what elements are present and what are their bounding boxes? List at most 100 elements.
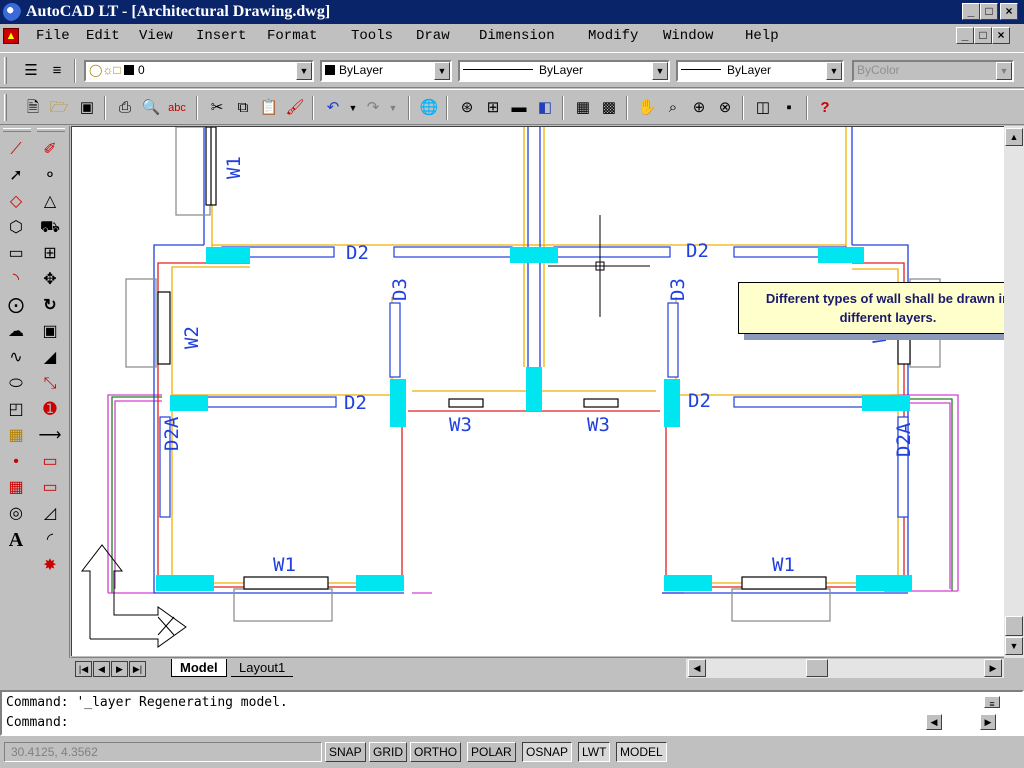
model-toggle[interactable]: MODEL — [616, 742, 667, 762]
prev-tab-icon[interactable]: ◀ — [93, 661, 110, 677]
scroll-thumb[interactable] — [1005, 616, 1023, 636]
mtext-icon[interactable]: A — [4, 528, 28, 552]
designcenter-icon[interactable]: ▩ — [598, 97, 620, 119]
polar-toggle[interactable]: POLAR — [467, 742, 516, 762]
command-prompt[interactable]: Command: — [6, 714, 69, 732]
chevron-down-icon[interactable]: ▼ — [826, 62, 842, 80]
point-icon[interactable]: • — [4, 450, 28, 474]
print-icon[interactable]: ⎙ — [114, 97, 136, 119]
web-icon[interactable]: 🌐 — [418, 97, 440, 119]
open-icon[interactable]: 🗁 — [48, 97, 70, 119]
document-icon[interactable]: ▲ — [3, 28, 19, 44]
maximize-button[interactable]: □ — [980, 3, 998, 20]
scroll-left-icon[interactable]: ◀ — [688, 659, 706, 677]
spline-icon[interactable]: ∿ — [4, 346, 28, 370]
ortho-toggle[interactable]: ORTHO — [410, 742, 462, 762]
cut-icon[interactable]: ✂ — [206, 97, 228, 119]
break-at-point-icon[interactable]: ▭ — [38, 476, 62, 500]
redo-icon[interactable]: ↷ — [362, 97, 384, 119]
osnap-toggle[interactable]: OSNAP — [522, 742, 573, 762]
construction-line-icon[interactable]: ➚ — [4, 164, 28, 188]
copy-icon[interactable]: ⧉ — [232, 97, 254, 119]
toolbar-grip[interactable] — [4, 94, 7, 121]
chevron-down-icon[interactable]: ▼ — [434, 62, 450, 80]
minimize-button[interactable]: _ — [962, 3, 980, 20]
region-icon[interactable]: ◎ — [4, 502, 28, 526]
linetype-combo[interactable]: ByLayer ▼ — [458, 60, 670, 82]
tab-layout1[interactable]: Layout1 — [231, 659, 294, 677]
layout-icon[interactable]: ▪ — [778, 97, 800, 119]
explode-icon[interactable]: ✸ — [38, 554, 62, 578]
menu-edit[interactable]: Edit — [86, 27, 120, 45]
command-window[interactable]: Command: '_layer Regenerating model. Com… — [0, 690, 1024, 736]
layer-combo[interactable]: ◯☼□ 0 ▼ — [84, 60, 314, 82]
rectangle-icon[interactable]: ▭ — [4, 242, 28, 266]
first-tab-icon[interactable]: |◀ — [75, 661, 92, 677]
menu-window[interactable]: Window — [663, 27, 713, 45]
undo-icon[interactable]: ↶ — [322, 97, 344, 119]
move-icon[interactable]: ✥ — [38, 268, 62, 292]
polygon-icon[interactable]: ⬡ — [4, 216, 28, 240]
cmd-scroll-right-icon[interactable]: ▶ — [980, 714, 996, 730]
scale-icon[interactable]: ▣ — [38, 320, 62, 344]
preview-icon[interactable]: 🔍 — [140, 97, 162, 119]
menu-file[interactable]: File — [36, 27, 70, 45]
spell-icon[interactable]: abc — [166, 97, 188, 119]
tab-model[interactable]: Model — [171, 659, 227, 677]
toolbar-settings-icon[interactable]: ◫ — [752, 97, 774, 119]
pan-realtime-icon[interactable]: ✋ — [636, 97, 658, 119]
hscroll-thumb[interactable] — [806, 659, 828, 677]
stretch-icon[interactable]: ◢ — [38, 346, 62, 370]
new-icon[interactable]: 🗎 — [22, 97, 44, 119]
offset-icon[interactable]: ⛟ — [38, 216, 62, 240]
doc-close-button[interactable]: × — [992, 27, 1010, 44]
vertical-scrollbar[interactable]: ▲ ▼ — [1004, 126, 1024, 658]
scroll-down-icon[interactable]: ▼ — [1005, 637, 1023, 655]
ucs-icon[interactable]: ⊞ — [482, 97, 504, 119]
make-block-icon[interactable]: ▦ — [4, 424, 28, 448]
ellipse-icon[interactable]: ⬭ — [4, 372, 28, 396]
snap-toggle[interactable]: SNAP — [325, 742, 366, 762]
zoom-window-icon[interactable]: ⊕ — [688, 97, 710, 119]
scroll-up-icon[interactable]: ▲ — [1005, 128, 1023, 146]
redo-dropdown-icon[interactable]: ▼ — [382, 97, 404, 119]
copy-object-icon[interactable]: ⚬ — [38, 164, 62, 188]
command-window-grip-icon[interactable]: ≡ — [984, 696, 1000, 709]
lengthen-icon[interactable]: ⤡ — [38, 372, 62, 396]
insert-block-icon[interactable]: ◰ — [4, 398, 28, 422]
mirror-icon[interactable]: △ — [38, 190, 62, 214]
make-object-layer-current-icon[interactable]: ≡ — [46, 60, 68, 82]
trim-icon[interactable]: ➊ — [38, 398, 62, 422]
horizontal-scrollbar[interactable]: ◀ ▶ — [686, 659, 1004, 678]
chamfer-icon[interactable]: ◿ — [38, 502, 62, 526]
line-icon[interactable]: ⟋ — [4, 138, 28, 162]
save-icon[interactable]: ▣ — [76, 97, 98, 119]
erase-icon[interactable]: ✐ — [38, 138, 62, 162]
lineweight-combo[interactable]: ByLayer ▼ — [676, 60, 844, 82]
extend-icon[interactable]: ⟶ — [38, 424, 62, 448]
polyline-icon[interactable]: ◇ — [4, 190, 28, 214]
hatch-icon[interactable]: ▦ — [4, 476, 28, 500]
help-icon[interactable]: ? — [814, 97, 836, 119]
toolbar-grip[interactable] — [4, 57, 7, 84]
menu-insert[interactable]: Insert — [196, 27, 246, 45]
doc-maximize-button[interactable]: □ — [974, 27, 992, 44]
properties-icon[interactable]: ▦ — [572, 97, 594, 119]
chevron-down-icon[interactable]: ▼ — [652, 62, 668, 80]
matchprop-icon[interactable]: 🖌 — [284, 97, 306, 119]
menu-format[interactable]: Format — [267, 27, 317, 45]
menu-dimension[interactable]: Dimension — [479, 27, 555, 45]
zoom-previous-icon[interactable]: ⊗ — [714, 97, 736, 119]
layer-manager-icon[interactable]: ☰ — [20, 60, 42, 82]
array-icon[interactable]: ⊞ — [38, 242, 62, 266]
revcloud-icon[interactable]: ☁ — [4, 320, 28, 344]
next-tab-icon[interactable]: ▶ — [111, 661, 128, 677]
menu-modify[interactable]: Modify — [588, 27, 638, 45]
drawing-canvas[interactable]: W1 W2 W2 D3 D3 D2A D2A D2 D2 D2 D2 W3 W3… — [71, 126, 1004, 656]
menu-draw[interactable]: Draw — [416, 27, 450, 45]
lwt-toggle[interactable]: LWT — [578, 742, 611, 762]
paste-icon[interactable]: 📋 — [258, 97, 280, 119]
scroll-right-icon[interactable]: ▶ — [984, 659, 1002, 677]
distance-icon[interactable]: ▬ — [508, 97, 530, 119]
last-tab-icon[interactable]: ▶| — [129, 661, 146, 677]
